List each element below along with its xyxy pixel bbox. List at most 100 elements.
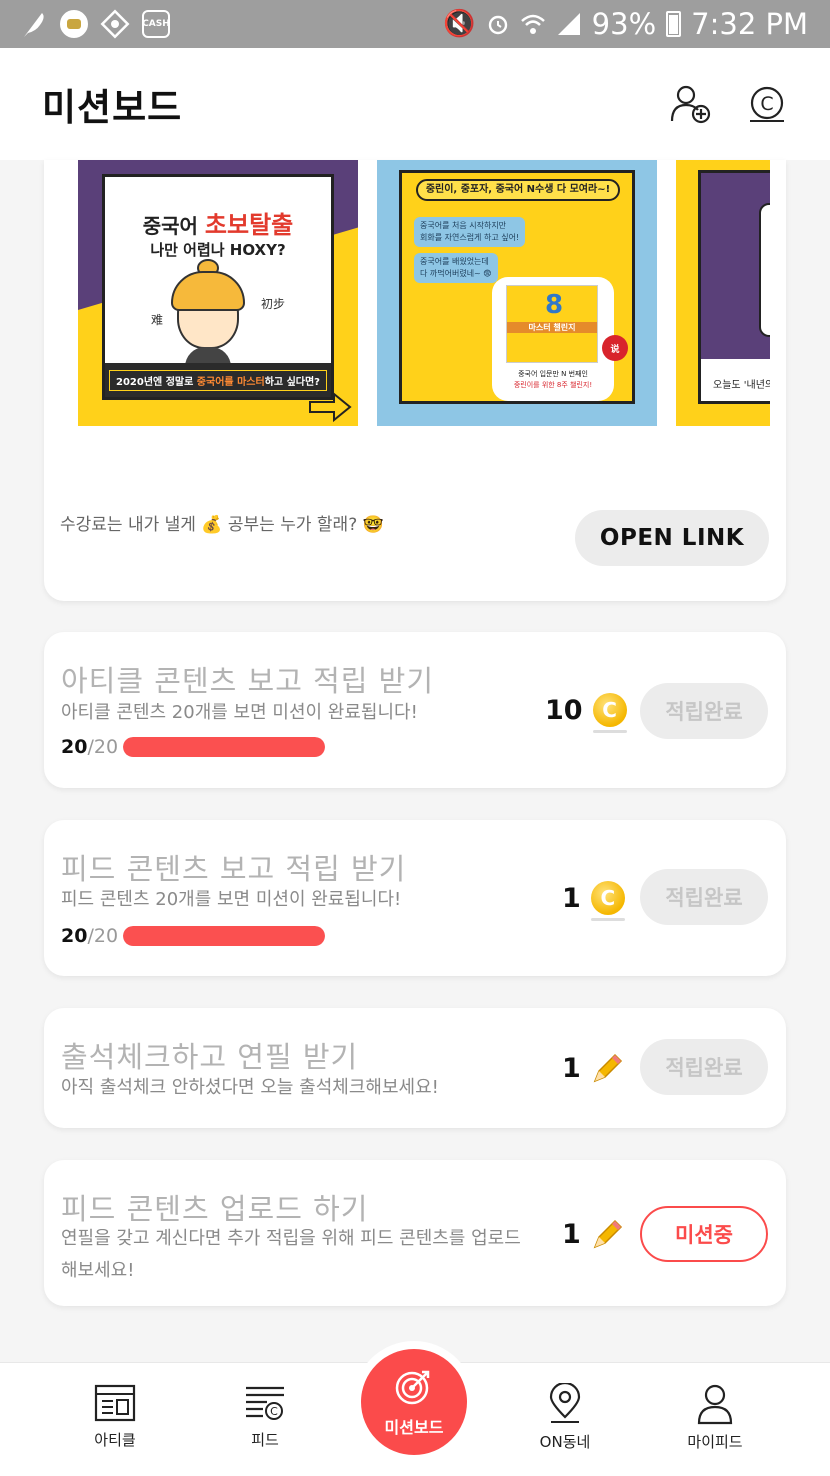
battery-percent: 93% (591, 7, 657, 41)
banner-card: 중국어 초보탈출 나만 어렵나 HOXY? 难 初步 2020년엔 정말로 중국… (44, 160, 786, 601)
coin-button[interactable]: C (746, 83, 788, 125)
coin-app-icon (60, 10, 88, 38)
mission-title: 아티클 콘텐츠 보고 적립 받기 (61, 664, 435, 698)
chat-line: 다 까먹어버렸네~ 😨 (420, 269, 492, 278)
coin-glyph: C (760, 93, 773, 115)
battery-icon (666, 11, 682, 37)
chat-line: 회화를 자연스럽게 하고 싶어! (420, 233, 520, 242)
footer-part-b: 하고 싶다면? (264, 376, 320, 388)
mission-reward: 1 (562, 1217, 625, 1251)
target-icon (395, 1370, 430, 1405)
banner-carousel[interactable]: 중국어 초보탈출 나만 어렵나 HOXY? 难 初步 2020년엔 정말로 중국… (78, 160, 770, 426)
mission-card: 피드 콘텐츠 보고 적립 받기 피드 콘텐츠 20개를 보면 미션이 완료됩니다… (44, 820, 786, 976)
speech-bubble: 8 마스터 챌린지 중국어 입문만 N 번째인 중린이를 위한 8주 챌린지! 说 (492, 277, 628, 401)
bottom-navigation: 아티클 C 피드 미션보드 ON동네 마이피드 (0, 1349, 830, 1476)
banner-subtitle: 나만 어렵나 HOXY? (150, 241, 286, 259)
chat-line: 중국어를 배웠었는데 (420, 257, 489, 266)
banner-slide-1[interactable]: 중국어 초보탈출 나만 어렵나 HOXY? 难 初步 2020년엔 정말로 중국… (78, 160, 358, 426)
character-hair (171, 271, 245, 311)
header-actions: C (670, 83, 788, 125)
reward-amount: 1 (562, 1218, 581, 1250)
mission-progress: 20/20 (61, 736, 325, 758)
progress-current: 20 (61, 736, 88, 758)
page-title: 미션보드 (42, 86, 183, 129)
nav-item-mission-board[interactable]: 미션보드 (361, 1349, 467, 1455)
banner-title: 중국어 초보탈출 (105, 205, 331, 240)
mission-description: 아직 출석체크 안하셨다면 오늘 출석체크해보세요! (61, 1077, 439, 1098)
mission-reward: 1 (562, 1051, 625, 1085)
mission-complete-button[interactable]: 적립완료 (640, 869, 768, 925)
nav-item-neighborhood[interactable]: ON동네 (505, 1383, 625, 1452)
progress-count: 20/20 (61, 925, 119, 947)
banner-graphic (759, 203, 770, 337)
progress-bar (123, 737, 325, 757)
nav-label: 미션보드 (384, 1418, 444, 1437)
wifi-icon (520, 14, 545, 34)
coin-icon: C (590, 881, 625, 921)
clock: 7:32 PM (691, 7, 808, 41)
mission-reward: 1 C (562, 881, 625, 921)
banner-title-prefix: 중국어 (142, 214, 198, 238)
banner-footer-text: 2020년엔 정말로 중국어를 마스터하고 싶다면? (109, 369, 327, 391)
nav-item-feed[interactable]: C 피드 (205, 1383, 325, 1450)
notification-icons: CASH (20, 9, 170, 39)
banner-panel: 중국어 초보탈출 나만 어렵나 HOXY? 难 初步 2020년엔 정말로 중국… (102, 174, 334, 400)
chat-line: 중국어를 처음 시작하지만 (420, 221, 507, 230)
mission-complete-button[interactable]: 적립완료 (640, 1039, 768, 1095)
footer-highlight: 중국어를 마스터 (196, 376, 265, 388)
add-friend-button[interactable] (670, 83, 712, 125)
description-line: 연필을 갖고 계신다면 추가 적립을 위해 피드 콘텐츠를 업로드 (61, 1228, 521, 1249)
caption-line: 중국어 입문만 N 번째인 (518, 370, 588, 378)
app-header: 미션보드 C (0, 48, 830, 160)
progress-total: /20 (87, 736, 119, 758)
nav-item-article[interactable]: 아티클 (55, 1383, 175, 1450)
progress-count: 20/20 (61, 736, 119, 758)
mission-description: 피드 콘텐츠 20개를 보면 미션이 완료됩니다! (61, 889, 402, 910)
banner-panel: 오늘도 '내년의 (698, 170, 770, 404)
nav-item-my-feed[interactable]: 마이피드 (655, 1383, 775, 1452)
nav-label: 아티클 (94, 1431, 136, 1449)
add-friend-icon (670, 85, 711, 124)
brand-logo: 说 (602, 335, 628, 361)
coin-icon: C (592, 693, 627, 733)
banner-footer: 2020년엔 정말로 중국어를 마스터하고 싶다면? (105, 363, 331, 397)
mission-reward: 10 C (545, 693, 627, 733)
mission-card: 출석체크하고 연필 받기 아직 출석체크 안하셨다면 오늘 출석체크해보세요! … (44, 1008, 786, 1128)
banner-slide-2[interactable]: 중린이, 중포자, 중국어 N수생 다 모여라~! 중국어를 처음 시작하지만 회… (377, 160, 657, 426)
chat-bubble: 중국어를 배웠었는데다 까먹어버렸네~ 😨 (414, 253, 498, 283)
alarm-icon (488, 15, 507, 35)
mission-title: 출석체크하고 연필 받기 (61, 1040, 359, 1074)
banner-slide-3[interactable]: 오늘도 '내년의 (676, 160, 770, 426)
mission-complete-button[interactable]: 적립완료 (640, 683, 768, 739)
reward-amount: 10 (545, 694, 583, 726)
signal-icon (557, 13, 580, 35)
status-bar: CASH 🔇 93% 7:32 PM (0, 0, 830, 48)
cash-label: CASH (142, 19, 170, 29)
mission-title: 피드 콘텐츠 보고 적립 받기 (61, 852, 407, 886)
banner-panel: 중린이, 중포자, 중국어 N수생 다 모여라~! 중국어를 처음 시작하지만 회… (399, 170, 635, 404)
cash-tv-icon: CASH (142, 10, 170, 38)
banner-title-highlight: 초보탈출 (204, 211, 294, 239)
arrow-right-icon (309, 392, 352, 422)
side-text-left: 难 (151, 313, 164, 327)
caption-line: 중린이를 위한 8주 챌린지! (513, 381, 593, 389)
person-icon (697, 1384, 733, 1425)
open-link-button[interactable]: OPEN LINK (575, 510, 769, 566)
location-pin-icon (549, 1383, 581, 1423)
nav-label: 피드 (251, 1431, 279, 1449)
nav-label: ON동네 (539, 1433, 591, 1451)
feather-icon (24, 13, 44, 37)
mission-in-progress-button[interactable]: 미션중 (640, 1206, 768, 1262)
progress-total: /20 (87, 925, 119, 947)
progress-bar (123, 926, 325, 946)
mission-description: 아티클 콘텐츠 20개를 보면 미션이 완료됩니다! (61, 702, 418, 723)
coin-icon: C (750, 86, 784, 122)
chat-bubble: 중국어를 처음 시작하지만회화를 자연스럽게 하고 싶어! (414, 217, 526, 247)
article-icon (94, 1384, 136, 1422)
progress-bar-fill (123, 737, 325, 757)
system-status: 🔇 93% 7:32 PM (443, 7, 808, 41)
mute-icon: 🔇 (443, 9, 476, 39)
progress-current: 20 (61, 925, 88, 947)
poster-caption: 중국어 입문만 N 번째인중린이를 위한 8주 챌린지! (492, 369, 614, 391)
mission-description: 연필을 갖고 계신다면 추가 적립을 위해 피드 콘텐츠를 업로드 해보세요! (61, 1223, 521, 1287)
